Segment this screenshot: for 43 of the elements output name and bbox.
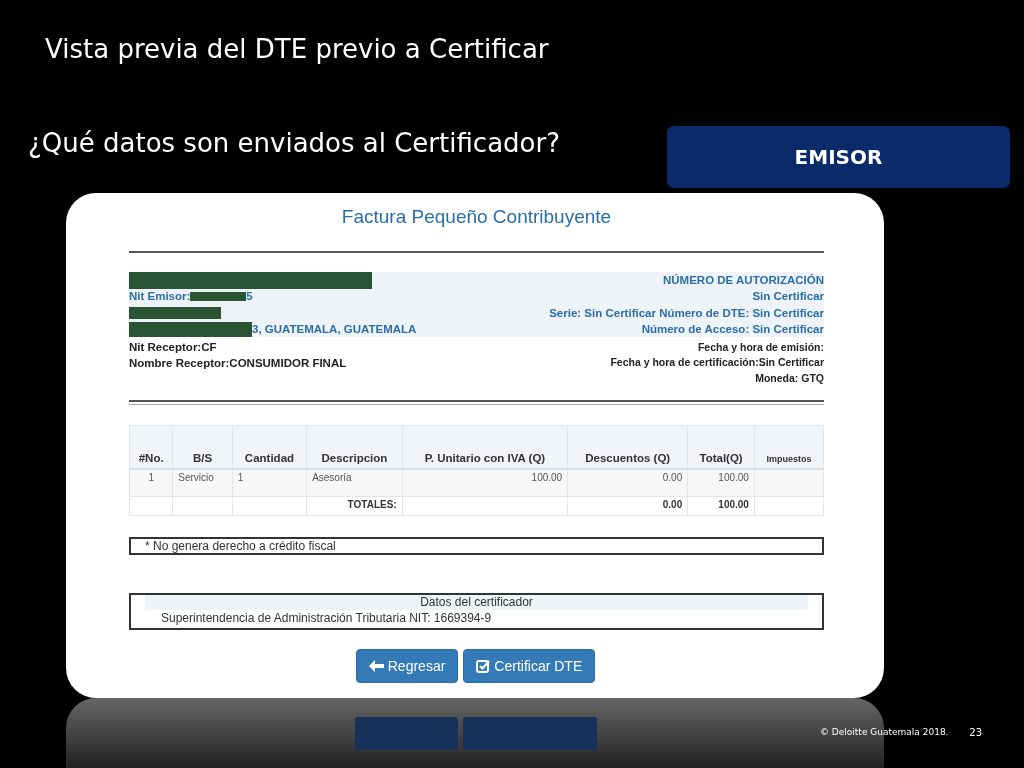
issuer-nit-label: Nit Emisor:: [129, 290, 191, 303]
certifier-text: Superintendencia de Administración Tributaria NIT: 1669394-9: [160, 609, 493, 626]
table-cell: 1: [232, 468, 307, 497]
emisor-label: EMISOR: [667, 126, 1010, 188]
note-text: * No genera derecho a crédito fiscal: [129, 536, 824, 555]
table-cell: 0.00: [567, 496, 688, 516]
certifier-heading: Datos del certificador: [145, 594, 808, 610]
authorization-text: NÚMERO DE AUTORIZACIÓN: [663, 274, 824, 287]
table-cell: Asesoría: [306, 468, 403, 497]
column-header: Impuestos: [754, 425, 824, 469]
receiver-text: Nit Receptor:CF: [129, 341, 217, 354]
authorization-text: Sin Certificar: [752, 290, 824, 303]
column-header: P. Unitario con IVA (Q): [402, 425, 568, 469]
authorization-text: Serie: Sin Certificar Número de DTE: Sin Certificar: [549, 306, 824, 319]
redaction-bar: [190, 291, 247, 301]
authorization-text: Número de Acceso: Sin Certificar: [641, 323, 824, 336]
question-text: ¿Qué datos son enviados al Certificador?: [28, 128, 560, 158]
certify-button[interactable]: Certificar DTE: [463, 648, 596, 683]
issuer-nit-fragment: 5: [246, 290, 253, 303]
column-header: Descripcion: [306, 425, 403, 469]
receiver-text: Nombre Receptor:CONSUMIDOR FINAL: [129, 357, 347, 370]
date-text: Fecha y hora de emisión:: [697, 340, 824, 353]
table-cell: 1: [129, 468, 173, 497]
column-header: Descuentos (Q): [567, 425, 688, 469]
date-text: Fecha y hora de certificación:Sin Certificar: [610, 356, 824, 369]
table-cell: 0.00: [567, 468, 688, 497]
slide-title: Vista previa del DTE previo a Certificar: [45, 34, 549, 64]
table-cell: 100.00: [687, 496, 755, 516]
date-text: Moneda: GTQ: [755, 371, 824, 384]
table-cell: 100.00: [687, 468, 755, 497]
checkbox-icon: [476, 658, 491, 673]
issuer-address: 3, GUATEMALA, GUATEMALA: [252, 323, 417, 336]
column-header: Total(Q): [687, 425, 755, 469]
table-cell: 100.00: [402, 468, 568, 497]
invoice-heading: Factura Pequeño Contribuyente: [340, 206, 613, 228]
arrow-left-icon: [368, 659, 384, 672]
table-cell: TOTALES:: [306, 496, 403, 516]
copyright-text: © Deloitte Guatemala 2018.: [820, 727, 949, 738]
column-header: B/S: [172, 425, 233, 469]
back-button[interactable]: Regresar: [355, 648, 459, 683]
column-header: Cantidad: [232, 425, 307, 469]
column-header: #No.: [129, 425, 173, 469]
page-number: 23: [969, 727, 982, 738]
